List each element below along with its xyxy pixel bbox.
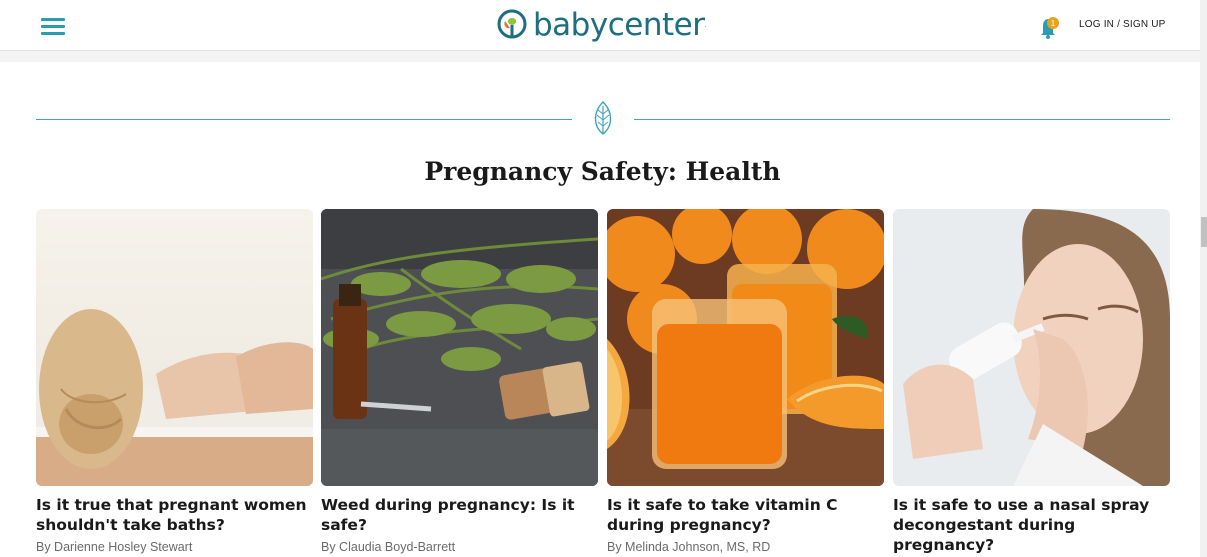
login-signup-link[interactable]: LOG IN / SIGN UP bbox=[1079, 19, 1166, 30]
logo-wordmark: babycenter bbox=[533, 6, 705, 43]
leaf-icon bbox=[594, 101, 612, 135]
article-image-orange-juice[interactable] bbox=[607, 209, 884, 486]
article-image-nasal-spray[interactable] bbox=[893, 209, 1170, 486]
section-title: Pregnancy Safety: Health bbox=[424, 157, 781, 186]
article-title[interactable]: Is it safe to take vitamin C during preg… bbox=[607, 495, 884, 535]
header-subbar bbox=[0, 51, 1200, 62]
article-byline: By Melinda Johnson, MS, RD bbox=[607, 540, 771, 554]
article-image-cannabis[interactable] bbox=[321, 209, 598, 486]
scrollbar-thumb[interactable] bbox=[1201, 217, 1207, 247]
section-divider-right bbox=[634, 119, 1170, 120]
article-card[interactable]: Is it true that pregnant women shouldn't… bbox=[36, 209, 313, 554]
scrollbar[interactable] bbox=[1200, 0, 1207, 557]
notification-bell-icon[interactable]: 1 bbox=[1038, 15, 1060, 39]
site-header: babycenter . 1 LOG IN / SIGN UP bbox=[0, 0, 1200, 51]
article-card[interactable]: Is it safe to use a nasal spray deconges… bbox=[893, 209, 1170, 557]
article-title[interactable]: Is it safe to use a nasal spray deconges… bbox=[893, 495, 1170, 555]
article-byline: By Darienne Hosley Stewart bbox=[36, 540, 193, 554]
section-divider-left bbox=[36, 119, 572, 120]
article-card[interactable]: Weed during pregnancy: Is it safe? By Cl… bbox=[321, 209, 598, 554]
article-title[interactable]: Weed during pregnancy: Is it safe? bbox=[321, 495, 598, 535]
babycenter-logo-icon bbox=[497, 9, 527, 39]
logo-dot: . bbox=[704, 21, 707, 29]
article-card[interactable]: Is it safe to take vitamin C during preg… bbox=[607, 209, 884, 554]
article-byline: By Claudia Boyd-Barrett bbox=[321, 540, 456, 554]
menu-icon[interactable] bbox=[41, 18, 65, 35]
notification-count: 1 bbox=[1051, 19, 1056, 28]
site-logo[interactable]: babycenter . bbox=[497, 6, 706, 44]
article-image-bath[interactable] bbox=[36, 209, 313, 486]
article-title[interactable]: Is it true that pregnant women shouldn't… bbox=[36, 495, 313, 535]
